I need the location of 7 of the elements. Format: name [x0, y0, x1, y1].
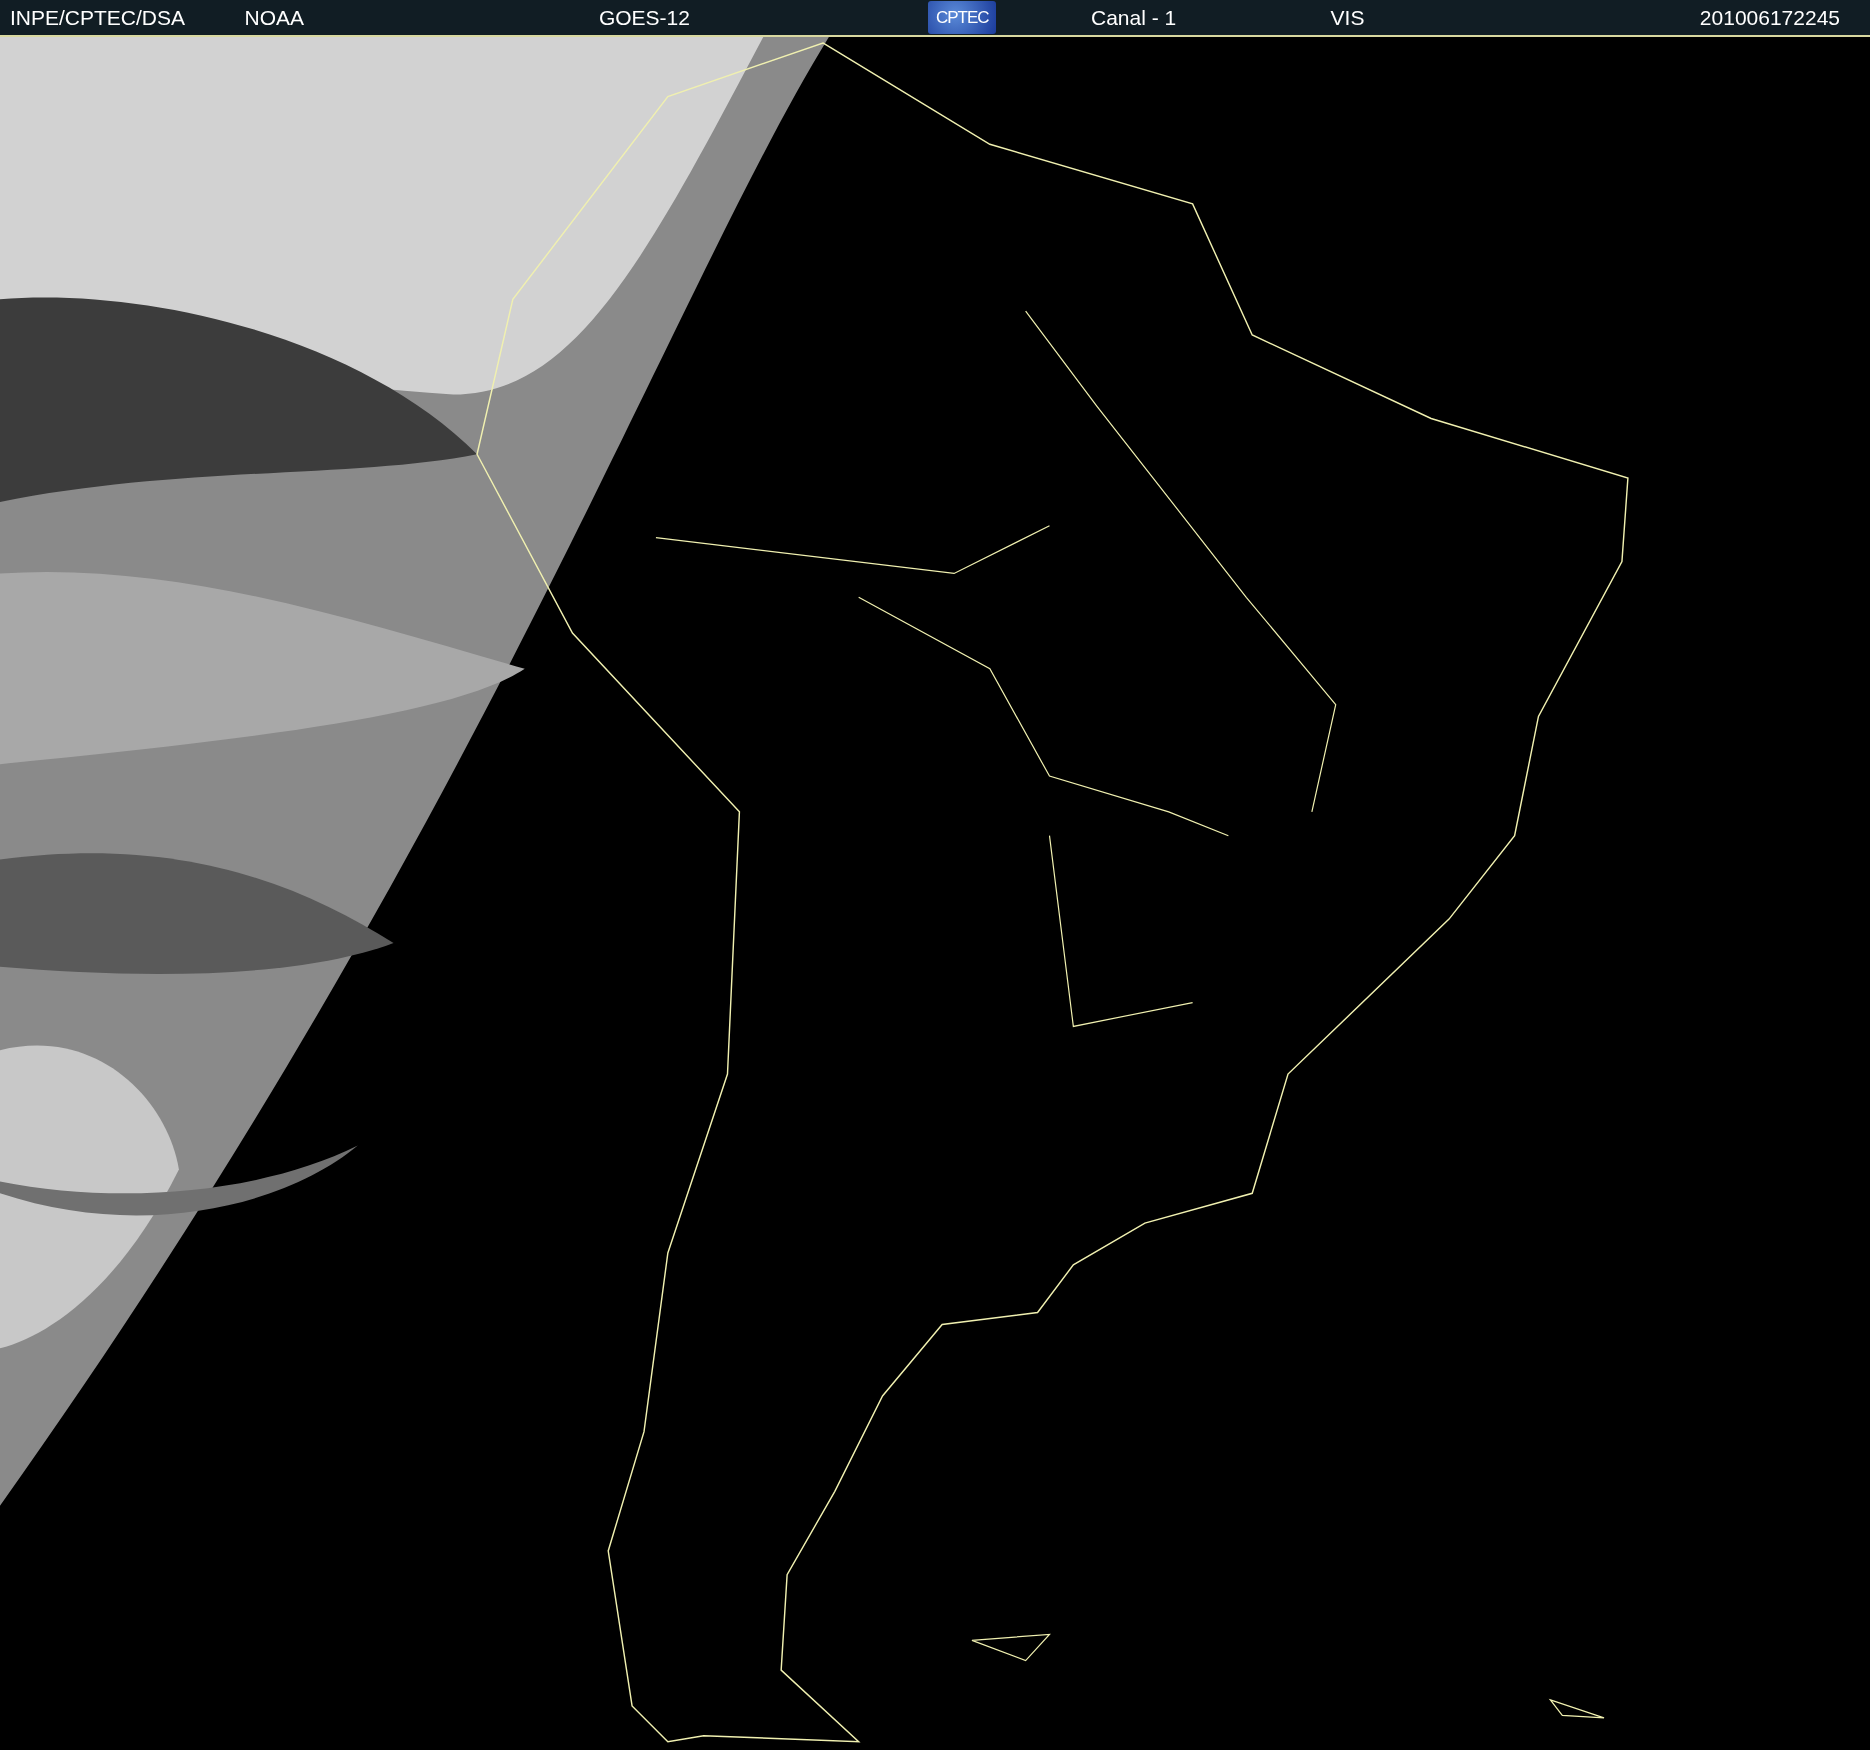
- header-label: NOAA: [244, 5, 306, 30]
- header-label: VIS: [1330, 5, 1366, 30]
- logo-badge: CPTEC: [928, 1, 997, 34]
- header-label: 201006172245: [1699, 5, 1840, 30]
- header-label: GOES-12: [598, 5, 691, 30]
- header-label: INPE/CPTEC/DSA: [10, 5, 187, 30]
- header-label: Canal - 1: [1091, 5, 1178, 30]
